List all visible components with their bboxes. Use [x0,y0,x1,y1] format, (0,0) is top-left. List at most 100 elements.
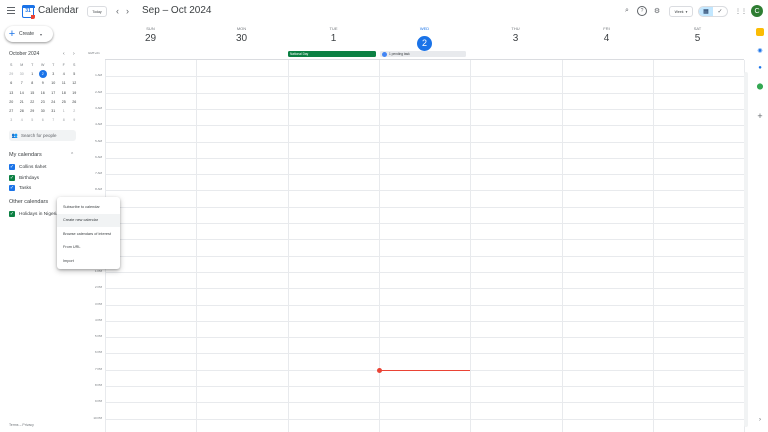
menu-item-create-new-calendar[interactable]: Create new calendar [57,213,120,227]
mini-day[interactable]: 7 [17,81,28,85]
mini-day[interactable]: 21 [17,100,28,104]
checkbox-icon[interactable]: ✓ [9,211,15,217]
maps-icon[interactable]: ⬤ [756,82,764,90]
day-number[interactable]: 4 [561,33,652,45]
menu-item-import[interactable]: Import [57,254,120,268]
chevron-up-icon[interactable]: ⌃ [70,152,74,158]
mini-day[interactable]: 28 [17,109,28,113]
mini-day[interactable]: 3 [48,72,59,76]
checkbox-icon[interactable]: ✓ [9,175,15,181]
other-calendars-heading[interactable]: Other calendars [9,199,48,205]
week-time-grid[interactable] [105,59,746,432]
mini-next-month-icon[interactable]: › [73,51,75,57]
day-number[interactable]: 5 [652,33,743,45]
mini-day[interactable]: 5 [69,72,80,76]
previous-week-icon[interactable]: ‹ [116,5,119,17]
next-week-icon[interactable]: › [126,5,129,17]
calendar-logo-icon[interactable]: 31 [21,4,35,19]
day-number[interactable]: 1 [288,33,379,45]
create-button[interactable]: + Create ▾ [5,26,53,42]
mini-day-today[interactable]: 2 [38,69,47,78]
mini-day[interactable]: 9 [38,81,49,85]
mini-day[interactable]: 12 [69,81,80,85]
all-day-event-tasks[interactable]: 1 pending task [380,51,466,57]
add-addon-icon[interactable]: + [756,111,764,121]
calendar-item-tasks[interactable]: ✓ Tasks [9,185,31,191]
mini-day[interactable]: 8 [27,81,38,85]
mini-day[interactable]: 31 [48,109,59,113]
search-people-input[interactable]: 👥 Search for people [9,130,76,141]
contacts-icon[interactable]: ● [756,64,764,72]
tasks-view-icon[interactable]: ✓ [713,7,727,16]
mini-day[interactable]: 23 [38,100,49,104]
mini-day[interactable]: 19 [69,91,80,95]
mini-day[interactable]: 10 [48,81,59,85]
day-header-sun[interactable]: SUN 29 [105,26,196,45]
grid-scrollbar[interactable] [744,72,748,427]
mini-day[interactable]: 14 [17,91,28,95]
footer-links[interactable]: Terms – Privacy [9,423,34,427]
day-header-mon[interactable]: MON 30 [196,26,287,45]
day-number-today[interactable]: 2 [417,36,432,51]
chevron-right-icon[interactable]: › [756,416,764,424]
day-header-sat[interactable]: SAT 5 [652,26,743,45]
today-button[interactable]: Today [87,6,107,17]
mini-day[interactable]: 25 [59,100,70,104]
checkbox-icon[interactable]: ✓ [9,164,15,170]
mini-day[interactable]: 22 [27,100,38,104]
mini-day[interactable]: 7 [48,118,59,122]
day-header-fri[interactable]: FRI 4 [561,26,652,45]
day-header-wed[interactable]: WED 2 [379,26,470,51]
all-day-event-holiday[interactable]: National Day [288,51,376,57]
menu-item-browse-calendars[interactable]: Browse calendars of interest [57,227,120,241]
mini-day[interactable]: 13 [6,91,17,95]
mini-day[interactable]: 2 [69,109,80,113]
calendar-item-collins[interactable]: ✓ Collins Ilahet [9,164,46,170]
mini-day[interactable]: 20 [6,100,17,104]
mini-day[interactable]: 27 [6,109,17,113]
mini-day[interactable]: 6 [38,118,49,122]
day-number[interactable]: 30 [196,33,287,45]
view-toggle[interactable]: ▦ ✓ [698,6,728,17]
mini-day[interactable]: 24 [48,100,59,104]
mini-day[interactable]: 18 [59,91,70,95]
my-calendars-heading[interactable]: My calendars [9,152,42,158]
app-title[interactable]: Calendar [38,5,79,16]
menu-item-from-url[interactable]: From URL [57,241,120,255]
mini-day[interactable]: 11 [59,81,70,85]
avatar[interactable]: C [751,5,763,17]
mini-day[interactable]: 30 [38,109,49,113]
tasks-icon[interactable]: ◉ [756,46,764,54]
mini-day[interactable]: 29 [27,109,38,113]
mini-day[interactable]: 9 [69,118,80,122]
mini-day[interactable]: 29 [6,72,17,76]
day-header-thu[interactable]: THU 3 [470,26,561,45]
mini-day[interactable]: 6 [6,81,17,85]
mini-day[interactable]: 5 [27,118,38,122]
calendar-view-icon[interactable]: ▦ [699,7,713,16]
calendar-item-holidays[interactable]: ✓ Holidays in Nigeria [9,211,59,217]
menu-icon[interactable] [7,7,15,14]
mini-day[interactable]: 16 [38,91,49,95]
mini-day[interactable]: 1 [59,109,70,113]
apps-grid-icon[interactable]: ⋮⋮ [735,6,747,16]
mini-day[interactable]: 8 [59,118,70,122]
mini-day[interactable]: 4 [17,118,28,122]
checkbox-icon[interactable]: ✓ [9,185,15,191]
mini-day[interactable]: 30 [17,72,28,76]
mini-day[interactable]: 3 [6,118,17,122]
mini-day[interactable]: 17 [48,91,59,95]
calendar-item-birthdays[interactable]: ✓ Birthdays [9,175,39,181]
day-number[interactable]: 29 [105,33,196,45]
help-icon[interactable]: ? [637,6,647,16]
mini-day[interactable]: 1 [27,72,38,76]
keep-icon[interactable] [756,28,764,36]
mini-day[interactable]: 26 [69,100,80,104]
mini-day[interactable]: 4 [59,72,70,76]
mini-prev-month-icon[interactable]: ‹ [63,51,65,57]
mini-day[interactable]: 15 [27,91,38,95]
menu-item-subscribe[interactable]: Subscribe to calendar [57,200,120,214]
day-header-tue[interactable]: TUE 1 [288,26,379,45]
search-icon[interactable]: ⌕ [622,6,632,16]
day-number[interactable]: 3 [470,33,561,45]
